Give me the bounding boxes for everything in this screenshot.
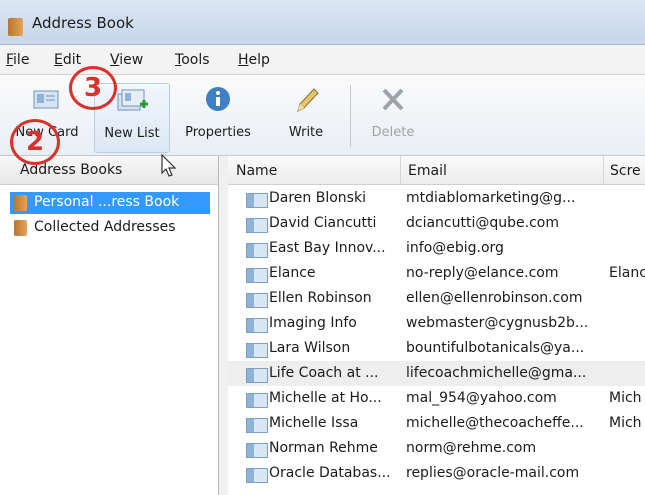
contact-row[interactable]: Imaging Info webmaster@cygnusb2b...	[228, 311, 645, 336]
delete-button[interactable]: Delete	[362, 83, 424, 151]
contact-row[interactable]: Life Coach at ... lifecoachmichelle@gma..…	[228, 361, 645, 386]
contact-name: Lara Wilson	[269, 340, 351, 356]
address-book-icon	[14, 220, 27, 236]
contact-row[interactable]: Michelle at Ho... mal_954@yahoo.com Mich	[228, 386, 645, 411]
contact-card-icon	[246, 468, 268, 483]
contact-name: Ellen Robinson	[269, 290, 372, 306]
contact-name: David Ciancutti	[269, 215, 377, 231]
address-books-pane: Address Books Personal ...ress Book Coll…	[0, 156, 219, 495]
contact-name: Oracle Databas...	[269, 465, 391, 481]
annotation-marker-2: 2	[10, 119, 60, 165]
contact-card-icon	[246, 393, 268, 408]
contact-email: mtdiablomarketing@g...	[406, 190, 576, 206]
contacts-pane: Name Email Scre Daren Blonski mtdiablomar…	[228, 156, 645, 495]
contact-row[interactable]: David Ciancutti dciancutti@qube.com	[228, 211, 645, 236]
contact-screen-name: Elanc	[609, 265, 645, 281]
contact-email: dciancutti@qube.com	[406, 215, 559, 231]
column-email[interactable]: Email	[408, 163, 447, 179]
contact-row[interactable]: Ellen Robinson ellen@ellenrobinson.com	[228, 286, 645, 311]
new-list-label: New List	[104, 126, 160, 141]
book-collected[interactable]: Collected Addresses	[10, 217, 210, 239]
address-book-window: Address Book File Edit View Tools Help N…	[0, 0, 645, 495]
contact-card-icon	[246, 293, 268, 308]
mouse-cursor-icon	[161, 154, 177, 177]
window-title: Address Book	[32, 14, 134, 32]
write-button[interactable]: Write	[276, 83, 336, 151]
contact-card-icon	[246, 193, 268, 208]
contact-card-icon	[246, 243, 268, 258]
contact-card-icon	[246, 418, 268, 433]
address-book-app-icon	[8, 18, 23, 36]
address-book-icon	[14, 195, 27, 211]
book-personal[interactable]: Personal ...ress Book	[10, 192, 210, 214]
menu-tools[interactable]: Tools	[175, 52, 210, 68]
contact-card-icon	[246, 318, 268, 333]
toolbar-separator	[350, 85, 351, 147]
column-divider[interactable]	[400, 156, 401, 184]
contact-row[interactable]: Elance no-reply@elance.com Elanc	[228, 261, 645, 286]
annotation-marker-3: 3	[69, 66, 117, 110]
menu-file[interactable]: File	[6, 52, 29, 68]
contact-email: norm@rehme.com	[406, 440, 537, 456]
contact-name: Life Coach at ...	[269, 365, 379, 381]
contact-row[interactable]: Lara Wilson bountifulbotanicals@ya...	[228, 336, 645, 361]
contacts-column-header: Name Email Scre	[228, 156, 645, 185]
contact-screen-name: Mich	[609, 390, 642, 406]
write-label: Write	[288, 125, 324, 140]
menu-help[interactable]: Help	[238, 52, 270, 68]
properties-label: Properties	[185, 125, 251, 140]
contact-email: webmaster@cygnusb2b...	[406, 315, 589, 331]
contact-email: michelle@thecoacheffe...	[406, 415, 584, 431]
column-screen-name[interactable]: Scre	[610, 163, 641, 179]
contact-row[interactable]: Daren Blonski mtdiablomarketing@g...	[228, 186, 645, 211]
new-card-icon	[33, 90, 59, 109]
info-icon	[206, 87, 230, 111]
contact-email: replies@oracle-mail.com	[406, 465, 580, 481]
menu-edit[interactable]: Edit	[54, 52, 81, 68]
contact-card-icon	[246, 368, 268, 383]
column-name[interactable]: Name	[236, 163, 277, 179]
contact-name: Michelle at Ho...	[269, 390, 382, 406]
contact-card-icon	[246, 443, 268, 458]
contact-row[interactable]: East Bay Innov... info@ebig.org	[228, 236, 645, 261]
delete-x-icon	[382, 88, 404, 111]
contact-screen-name: Mich	[609, 415, 642, 431]
contact-row[interactable]: Michelle Issa michelle@thecoacheffe... Mic…	[228, 411, 645, 436]
column-divider[interactable]	[603, 156, 604, 184]
contact-email: ellen@ellenrobinson.com	[406, 290, 583, 306]
contact-name: Norman Rehme	[269, 440, 378, 456]
pencil-icon	[297, 88, 319, 112]
contact-card-icon	[246, 343, 268, 358]
menu-view[interactable]: View	[110, 52, 143, 68]
contact-name: Michelle Issa	[269, 415, 359, 431]
delete-label: Delete	[371, 125, 415, 140]
contact-email: info@ebig.org	[406, 240, 504, 256]
contact-email: bountifulbotanicals@ya...	[406, 340, 585, 356]
contact-row[interactable]: Oracle Databas... replies@oracle-mail.com	[228, 461, 645, 486]
contact-email: lifecoachmichelle@gma...	[406, 365, 587, 381]
contact-row[interactable]: Norman Rehme norm@rehme.com	[228, 436, 645, 461]
contact-email: mal_954@yahoo.com	[406, 390, 557, 406]
properties-button[interactable]: Properties	[172, 83, 264, 151]
contact-email: no-reply@elance.com	[406, 265, 559, 281]
contact-card-icon	[246, 218, 268, 233]
contact-name: Elance	[269, 265, 316, 281]
contact-card-icon	[246, 268, 268, 283]
contact-name: East Bay Innov...	[269, 240, 386, 256]
new-list-icon	[117, 89, 148, 111]
contact-name: Daren Blonski	[269, 190, 366, 206]
contact-name: Imaging Info	[269, 315, 357, 331]
title-bar: Address Book	[0, 0, 645, 45]
